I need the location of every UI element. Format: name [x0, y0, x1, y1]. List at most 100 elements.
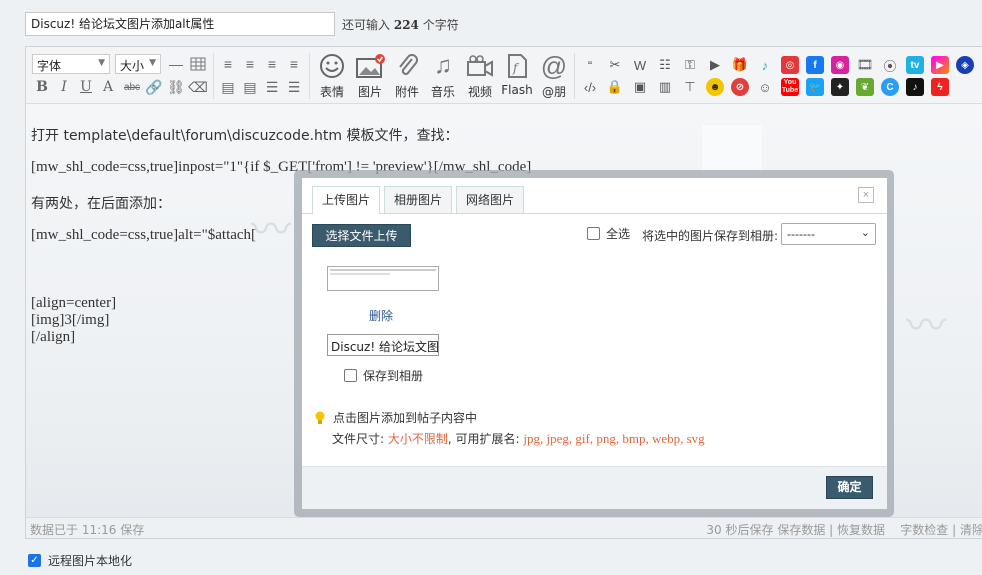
play-c-icon[interactable]: C — [881, 78, 899, 96]
image-add-icon[interactable]: ▣ — [631, 78, 649, 96]
underline-icon[interactable]: U — [76, 77, 96, 97]
at-sign-icon: @ — [540, 50, 568, 81]
mention-button[interactable]: @ @朋 — [535, 51, 573, 101]
ordered-list-icon[interactable]: ☰ — [262, 77, 282, 97]
confirm-button[interactable]: 确定 — [826, 476, 873, 499]
float-left-icon[interactable]: ▤ — [218, 77, 238, 97]
smiley-icon — [313, 51, 351, 81]
paperclip-icon — [388, 51, 426, 81]
tab-upload-image[interactable]: 上传图片 — [312, 186, 381, 214]
checkbox-checked-icon[interactable]: ✓ — [28, 554, 41, 567]
qq-icon[interactable]: ☻ — [706, 78, 724, 96]
tab-web-image[interactable]: 网络图片 — [456, 186, 525, 213]
lock-icon[interactable]: 🔒 — [606, 78, 624, 96]
word-paste-icon[interactable]: W — [631, 56, 649, 74]
counter-count: 224 — [393, 18, 419, 32]
no-entry-icon[interactable]: ⊘ — [731, 78, 749, 96]
uploaded-image-thumbnail[interactable] — [327, 266, 439, 291]
save-to-album-checkbox[interactable] — [344, 369, 357, 382]
italic-icon[interactable]: I — [54, 77, 74, 97]
video-play-icon[interactable]: ▶ — [931, 56, 949, 74]
content-line: 打开 template\default\forum\discuzcode.htm… — [31, 128, 459, 144]
play-circle-icon[interactable]: ▶ — [706, 56, 724, 74]
size-select-label: 大小 — [120, 59, 145, 73]
save-to-album-option[interactable]: 保存到相册 — [344, 367, 423, 384]
gift-icon[interactable]: 🎁 — [731, 56, 749, 74]
tiktok-icon[interactable]: ♪ — [906, 78, 924, 96]
autosave-status: 数据已于 11:16 保存 — [30, 523, 145, 537]
code-icon[interactable]: ‹/› — [581, 78, 599, 96]
columns-icon[interactable]: ▥ — [656, 78, 674, 96]
content-line: 有两处，在后面添加： — [31, 196, 171, 212]
counter-prefix: 还可输入 — [342, 18, 391, 32]
font-family-select[interactable]: 字体 ▼ — [32, 54, 110, 74]
music-button[interactable]: ♫ 音乐 — [424, 51, 462, 101]
subject-input[interactable]: Discuz! 给论坛文图片添加alt属性 — [25, 12, 335, 36]
twitter-icon[interactable]: 🐦 — [806, 78, 824, 96]
album-select[interactable]: ------- ⌄ — [781, 223, 876, 245]
unlink-icon[interactable]: ⛓ — [166, 77, 186, 97]
cut-icon[interactable]: ✂ — [606, 56, 624, 74]
music-note-icon: ♫ — [434, 52, 452, 79]
float-right-icon[interactable]: ▤ — [240, 77, 260, 97]
table-icon[interactable] — [188, 54, 208, 74]
file-constraints: 文件尺寸: 大小不限制, 可用扩展名: jpg, jpeg, gif, png,… — [332, 430, 705, 447]
facebook-icon[interactable]: f — [806, 56, 824, 74]
page-break-icon[interactable]: ☷ — [656, 56, 674, 74]
emoji-button[interactable]: 表情 — [313, 51, 351, 101]
bold-icon[interactable]: B — [32, 77, 52, 97]
attachment-label: 附件 — [394, 85, 419, 99]
image-description-input[interactable]: Discuz! 给论坛文图片 — [327, 334, 439, 356]
lightning-icon[interactable]: ϟ — [931, 78, 949, 96]
clear-link[interactable]: 清除 — [960, 523, 982, 537]
font-size-select[interactable]: 大小 ▼ — [115, 54, 161, 74]
film-icon[interactable]: 🎞 — [856, 56, 874, 74]
align-left-icon[interactable]: ≡ — [218, 54, 238, 74]
attachment-button[interactable]: 附件 — [388, 51, 426, 101]
save-data-link[interactable]: 保存数据 — [777, 523, 825, 537]
strikethrough-icon[interactable]: abc — [120, 77, 144, 97]
font-color-icon[interactable]: A — [98, 77, 118, 97]
autosave-countdown: 30 秒后保存 — [706, 523, 774, 537]
quote-icon[interactable]: “ — [581, 56, 599, 74]
image-button[interactable]: 图片 — [351, 51, 389, 101]
key-icon[interactable]: ⚿ — [681, 56, 699, 74]
music-small-icon[interactable]: ♪ — [756, 56, 774, 74]
subject-char-counter: 还可输入 224 个字符 — [342, 16, 459, 33]
unordered-list-icon[interactable]: ☰ — [284, 77, 304, 97]
paint-roller-icon[interactable]: ⊤ — [681, 78, 699, 96]
app-icon[interactable]: ✦ — [831, 78, 849, 96]
youtube-icon[interactable]: You Tube — [781, 78, 799, 96]
video-button[interactable]: 视频 — [461, 51, 499, 101]
video-circle-icon[interactable]: ⦿ — [881, 56, 899, 74]
robot-icon[interactable]: ☺ — [756, 78, 774, 96]
align-center-icon[interactable]: ≡ — [240, 54, 260, 74]
editor-statusbar: 数据已于 11:16 保存 30 秒后保存 保存数据 | 恢复数据 字数检查 |… — [26, 517, 982, 538]
tab-divider — [302, 213, 887, 214]
plant-icon[interactable]: ❦ — [856, 78, 874, 96]
eraser-icon[interactable]: ⌫ — [188, 77, 208, 97]
choose-file-upload-button[interactable]: 选择文件上传 — [312, 224, 411, 247]
align-right-icon[interactable]: ≡ — [262, 54, 282, 74]
instagram-icon[interactable]: ◉ — [831, 56, 849, 74]
tab-album-image[interactable]: 相册图片 — [384, 186, 453, 213]
content-line: [/align] — [31, 329, 76, 345]
delete-image-link[interactable]: 删除 — [369, 307, 393, 324]
image-icon — [351, 51, 389, 81]
link-icon[interactable]: 🔗 — [144, 77, 164, 97]
statusbar-actions: 30 秒后保存 保存数据 | 恢复数据 字数检查 | 清除 — [706, 523, 982, 537]
word-count-link[interactable]: 字数检查 — [900, 523, 948, 537]
select-all-option[interactable]: 全选 — [587, 225, 630, 242]
bilibili-icon[interactable]: tv — [906, 56, 924, 74]
remote-image-localize-option[interactable]: ✓ 远程图片本地化 — [28, 552, 132, 569]
select-all-checkbox[interactable] — [587, 227, 600, 240]
dialog-tabs: 上传图片 相册图片 网络图片 — [312, 186, 528, 214]
close-icon[interactable]: × — [858, 187, 874, 203]
emoji-label: 表情 — [319, 85, 344, 99]
flash-button[interactable]: f Flash — [498, 51, 536, 101]
align-justify-icon[interactable]: ≡ — [284, 54, 304, 74]
restore-data-link[interactable]: 恢复数据 — [837, 523, 885, 537]
globe-icon[interactable]: ◈ — [956, 56, 974, 74]
horizontal-rule-icon[interactable]: — — [166, 54, 186, 74]
netease-music-icon[interactable]: ◎ — [781, 56, 799, 74]
